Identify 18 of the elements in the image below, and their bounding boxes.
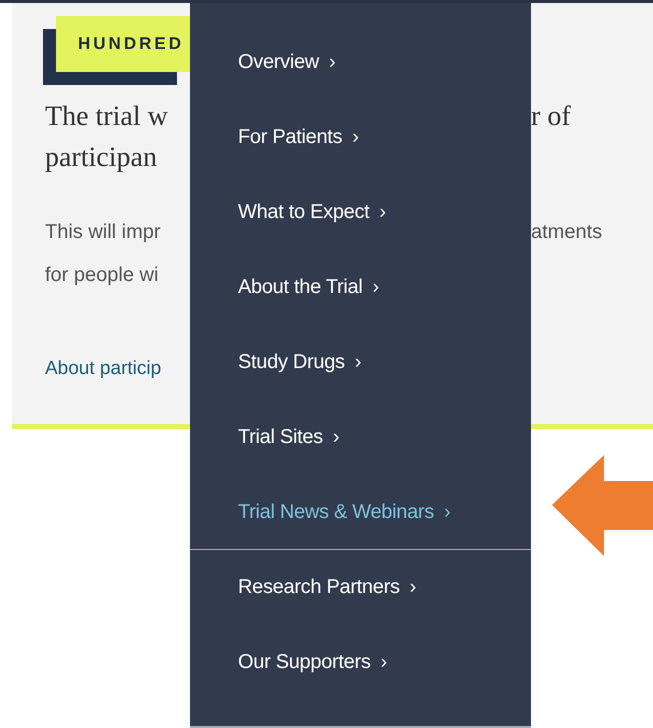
menu-item[interactable]: Research Partners › xyxy=(190,550,531,625)
menu-item[interactable]: Overview › xyxy=(190,25,531,100)
paragraph-text: atments xyxy=(531,220,604,245)
arrow-icon xyxy=(552,455,653,556)
participation-link[interactable]: About particip xyxy=(45,355,190,383)
heading-text: r of xyxy=(531,100,572,134)
heading-text: participan xyxy=(45,141,158,175)
menu-item[interactable]: Our Supporters › xyxy=(190,625,531,700)
menu-item[interactable]: What to Expect › xyxy=(190,175,531,250)
menu-item[interactable]: Trial Sites › xyxy=(190,400,531,475)
menu-item[interactable]: Trial News & Webinars › xyxy=(190,475,531,550)
menu-item[interactable]: Study Drugs › xyxy=(190,325,531,400)
paragraph-text: This will impr xyxy=(45,220,162,245)
heading-text: The trial w xyxy=(45,100,169,134)
paragraph-text: for people wi xyxy=(45,263,160,288)
menu-item[interactable]: For Patients › xyxy=(190,100,531,175)
menu-item[interactable]: About the Trial › xyxy=(190,250,531,325)
badge-label: HUNDRED xyxy=(78,34,184,54)
